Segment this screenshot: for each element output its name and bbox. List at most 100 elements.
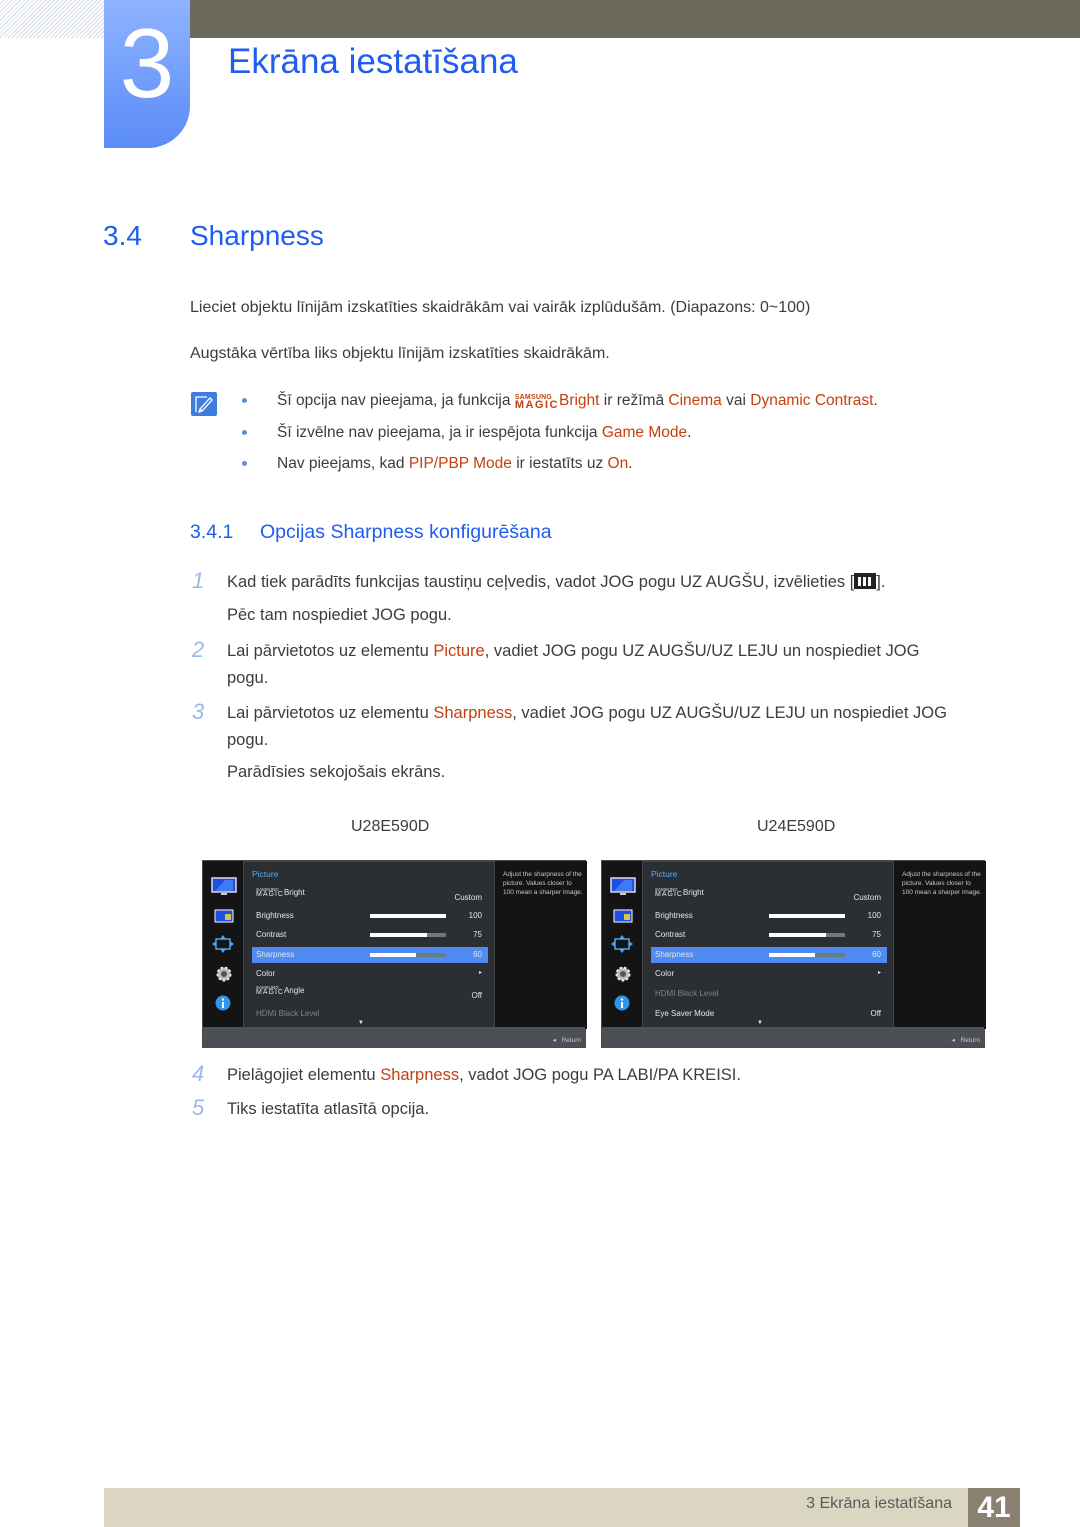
osd-bottom-bar: ◂ Return bbox=[203, 1027, 585, 1047]
note-item: Šī izvēlne nav pieejama, ja ir iespējota… bbox=[242, 424, 691, 442]
osd-level-fill bbox=[769, 952, 815, 957]
samsung-magic-logo: SAMSUNG MAGIC bbox=[655, 887, 683, 898]
step-number: 3 bbox=[192, 699, 205, 724]
samsung-magic-logo: SAMSUNG MAGIC bbox=[256, 985, 284, 996]
highlight-term: PIP/PBP Mode bbox=[408, 455, 512, 472]
scroll-down-icon[interactable]: ▼ bbox=[358, 1020, 364, 1026]
osd-item-label: Sharpness bbox=[655, 949, 694, 959]
osd-menu-item-sharpness[interactable]: Sharpness 60 bbox=[651, 946, 887, 963]
scroll-down-icon[interactable]: ▼ bbox=[757, 1020, 763, 1026]
osd-screen-u24e590d: Picture SAMSUNG MAGIC Bright Custom Brightnes… bbox=[601, 860, 986, 1048]
osd-menu-item-color[interactable]: Color ▸ bbox=[651, 966, 887, 982]
osd-item-value: 75 bbox=[872, 930, 881, 940]
highlight-term: On bbox=[607, 455, 629, 472]
osd-item-value: 100 bbox=[867, 910, 881, 920]
osd-level-fill bbox=[769, 913, 845, 918]
osd-menu-panel: Picture SAMSUNG MAGIC Bright Custom Brightnes… bbox=[243, 861, 495, 1029]
osd-screen-u28e590d: Picture SAMSUNG MAGIC Bright Custom Brightnes… bbox=[202, 860, 587, 1048]
osd-item-label: SAMSUNG MAGIC Angle bbox=[256, 985, 305, 996]
header-hatch-decoration bbox=[0, 0, 104, 38]
osd-item-label: Eye Saver Mode bbox=[655, 1008, 715, 1018]
chapter-tab: 3 bbox=[104, 0, 190, 148]
highlight-term: Cinema bbox=[668, 392, 722, 409]
bullet-icon bbox=[242, 430, 247, 436]
osd-menu-panel: Picture SAMSUNG MAGIC Bright Custom Brightnes… bbox=[642, 861, 894, 1029]
osd-menu-item-brightness[interactable]: Brightness 100 bbox=[651, 908, 887, 924]
bullet-icon bbox=[242, 398, 247, 404]
step-number: 4 bbox=[192, 1061, 205, 1086]
note-pencil-icon bbox=[191, 392, 217, 416]
menu-grid-icon bbox=[854, 573, 877, 589]
osd-menu-item-hdmi-black-level[interactable]: HDMI Black Level bbox=[252, 1006, 488, 1022]
chapter-title: Ekrāna iestatīšana bbox=[228, 42, 518, 81]
osd-help-text: Adjust the sharpness of the picture. Val… bbox=[898, 861, 986, 1029]
picture-in-picture-icon[interactable] bbox=[214, 909, 234, 928]
step-number: 2 bbox=[192, 637, 205, 662]
osd-menu-item-angle[interactable]: SAMSUNG MAGIC Angle Off bbox=[252, 986, 488, 1002]
osd-menu-item-sharpness[interactable]: Sharpness 60 bbox=[252, 946, 488, 963]
bullet-icon bbox=[242, 461, 247, 467]
osd-level-slider[interactable] bbox=[769, 952, 845, 957]
osd-level-slider[interactable] bbox=[370, 952, 446, 957]
settings-gear-icon[interactable] bbox=[215, 965, 233, 988]
section-title: Sharpness bbox=[190, 220, 324, 251]
osd-category-sidebar bbox=[203, 861, 243, 1029]
osd-item-label: Color bbox=[256, 969, 276, 979]
osd-item-value: 60 bbox=[872, 949, 881, 959]
resize-arrows-icon[interactable] bbox=[211, 935, 235, 958]
model-label: U24E590D bbox=[757, 818, 836, 835]
samsung-magic-logo: SAMSUNG MAGIC bbox=[514, 393, 559, 411]
footer-chapter-label: 3 Ekrāna iestatīšana bbox=[806, 1495, 952, 1512]
osd-return-button[interactable]: ◂ Return bbox=[952, 1036, 980, 1044]
note-item: Nav pieejams, kad PIP/PBP Mode ir iestat… bbox=[242, 455, 633, 473]
osd-menu-item-bright[interactable]: SAMSUNG MAGIC Bright Custom bbox=[651, 888, 887, 904]
osd-level-slider[interactable] bbox=[769, 913, 845, 918]
osd-item-value: Off bbox=[471, 991, 482, 1000]
highlight-term: Game Mode bbox=[601, 424, 688, 441]
resize-arrows-icon[interactable] bbox=[610, 935, 634, 958]
subsection-number: 3.4.1 bbox=[190, 521, 234, 543]
osd-level-slider[interactable] bbox=[769, 933, 845, 938]
osd-menu-item-bright[interactable]: SAMSUNG MAGIC Bright Custom bbox=[252, 888, 488, 904]
subsection-heading: 3.4.1 Opcijas Sharpness konfigurēšana bbox=[190, 521, 552, 544]
osd-item-label: SAMSUNG MAGIC Bright bbox=[655, 887, 704, 898]
info-icon[interactable] bbox=[215, 995, 231, 1016]
osd-level-fill bbox=[370, 913, 446, 918]
monitor-icon[interactable] bbox=[211, 877, 237, 902]
header-bar bbox=[190, 0, 1080, 38]
osd-menu-item-contrast[interactable]: Contrast 75 bbox=[651, 927, 887, 943]
osd-level-fill bbox=[769, 933, 826, 938]
highlight-term: Bright bbox=[558, 392, 600, 409]
osd-menu-item-brightness[interactable]: Brightness 100 bbox=[252, 908, 488, 924]
settings-gear-icon[interactable] bbox=[614, 965, 632, 988]
osd-item-value: 60 bbox=[473, 949, 482, 959]
step-text: pogu. bbox=[227, 669, 269, 687]
osd-item-value: 75 bbox=[473, 930, 482, 940]
samsung-magic-logo: SAMSUNG MAGIC bbox=[256, 887, 284, 898]
osd-menu-item-eye-saver-mode[interactable]: Eye Saver Mode Off bbox=[651, 1006, 887, 1022]
osd-menu-item-hdmi-black-level[interactable]: HDMI Black Level bbox=[651, 986, 887, 1002]
note-item: Šī opcija nav pieejama, ja funkcija SAMS… bbox=[242, 392, 878, 411]
osd-item-label: Brightness bbox=[655, 910, 693, 920]
osd-item-value: 100 bbox=[468, 910, 482, 920]
info-icon[interactable] bbox=[614, 995, 630, 1016]
page-number: 41 bbox=[968, 1488, 1020, 1527]
highlight-term: Dynamic Contrast bbox=[750, 392, 874, 409]
picture-in-picture-icon[interactable] bbox=[613, 909, 633, 928]
osd-level-slider[interactable] bbox=[370, 933, 446, 938]
intro-paragraph: Lieciet objektu līnijām izskatīties skai… bbox=[190, 299, 811, 316]
step-text: Kad tiek parādīts funkcijas taustiņu ceļ… bbox=[227, 573, 886, 591]
osd-menu-title: Picture bbox=[651, 869, 678, 879]
osd-menu-title: Picture bbox=[252, 869, 279, 879]
osd-return-button[interactable]: ◂ Return bbox=[553, 1036, 581, 1044]
monitor-icon[interactable] bbox=[610, 877, 636, 902]
intro-paragraph: Augstāka vērtība liks objektu līnijām iz… bbox=[190, 345, 610, 362]
step-text: Lai pārvietotos uz elementu Sharpness, v… bbox=[227, 704, 947, 722]
section-number: 3.4 bbox=[103, 220, 142, 251]
osd-bottom-bar: ◂ Return bbox=[602, 1027, 984, 1047]
osd-menu-item-color[interactable]: Color ▸ bbox=[252, 966, 488, 982]
osd-menu-item-contrast[interactable]: Contrast 75 bbox=[252, 927, 488, 943]
osd-item-label: Brightness bbox=[256, 910, 294, 920]
osd-category-sidebar bbox=[602, 861, 642, 1029]
osd-level-slider[interactable] bbox=[370, 913, 446, 918]
